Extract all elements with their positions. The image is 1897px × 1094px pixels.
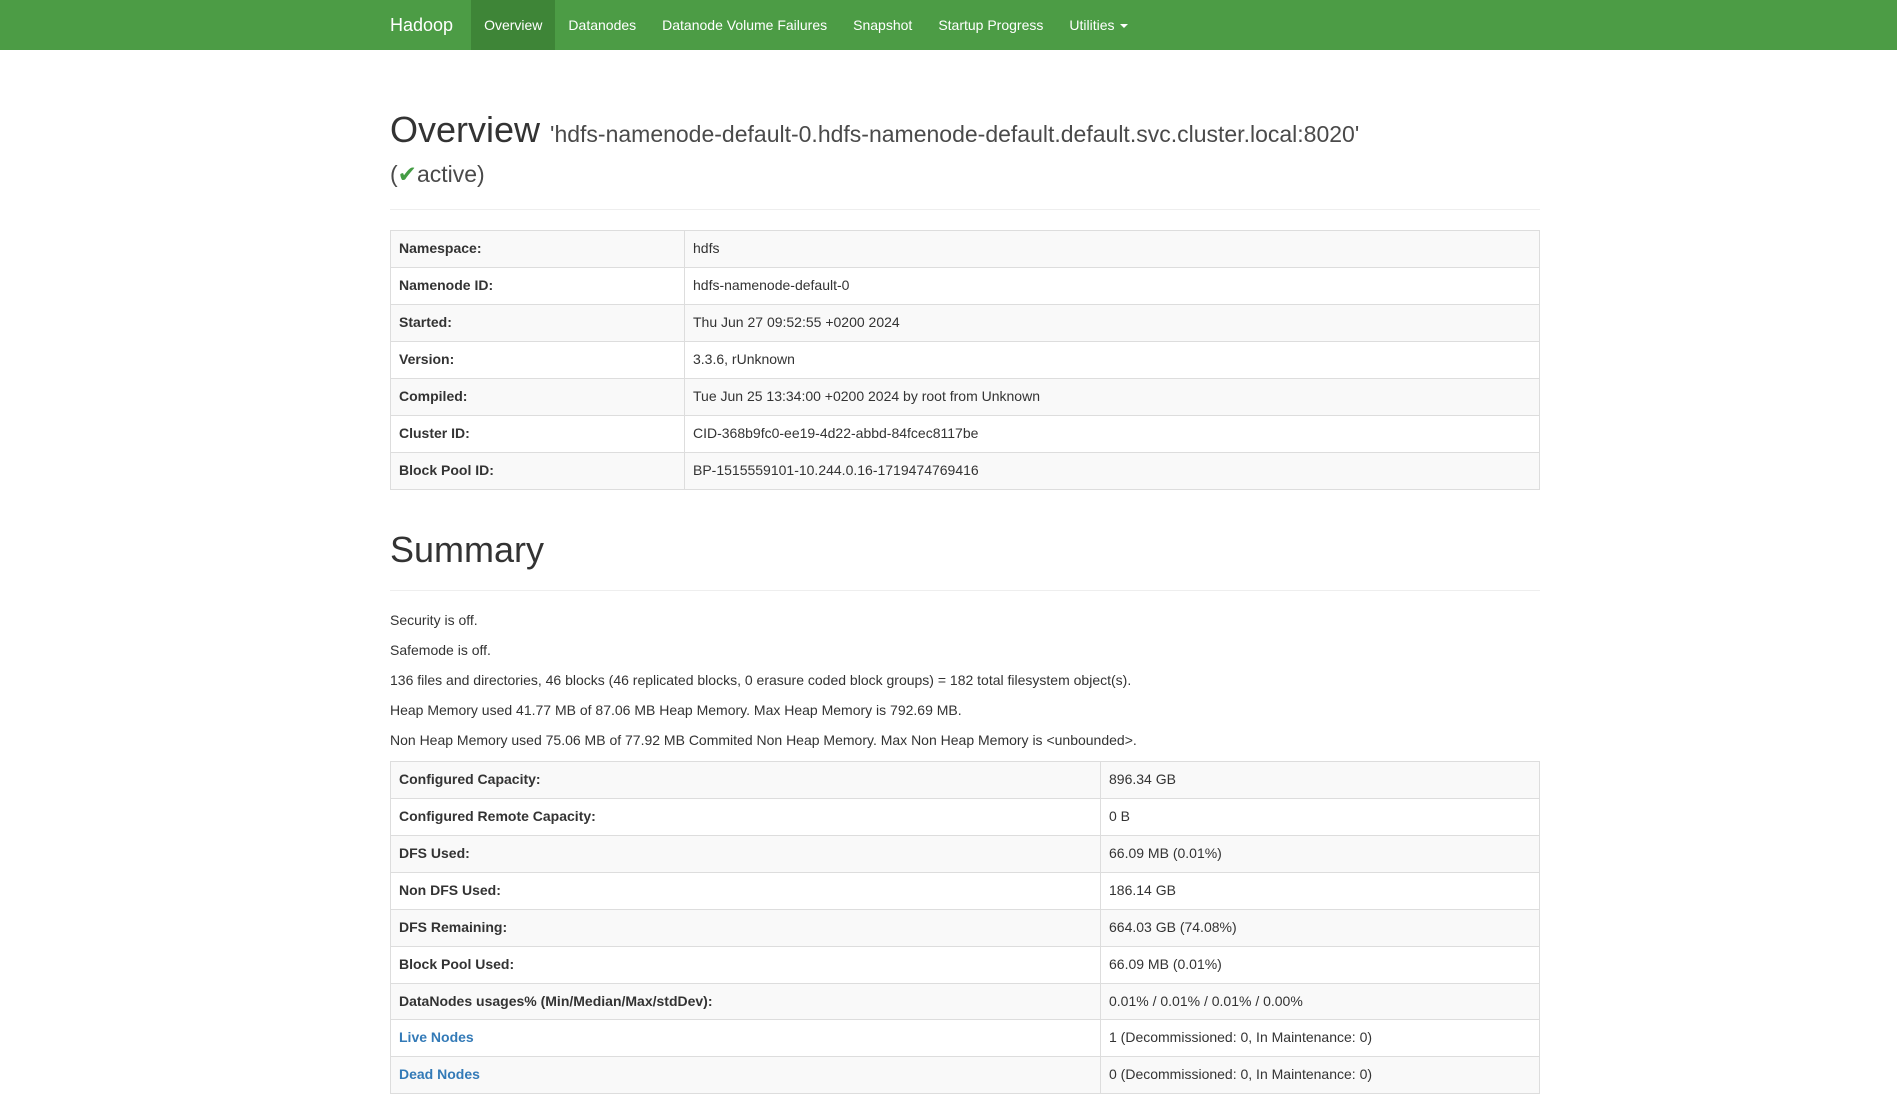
- divider: [390, 209, 1540, 210]
- table-row: Configured Capacity: 896.34 GB: [391, 761, 1540, 798]
- row-label: Compiled:: [391, 379, 685, 416]
- nav-item-label: Datanode Volume Failures: [662, 17, 827, 33]
- nav-item-label: Startup Progress: [938, 17, 1043, 33]
- nav-item-overview[interactable]: Overview: [471, 0, 555, 50]
- safemode-status-text: Safemode is off.: [390, 641, 1540, 661]
- row-label: Dead Nodes: [391, 1057, 1101, 1094]
- summary-table: Configured Capacity: 896.34 GB Configure…: [390, 761, 1540, 1094]
- nav-item-snapshot[interactable]: Snapshot: [840, 0, 925, 50]
- nav-item-datanodes[interactable]: Datanodes: [555, 0, 649, 50]
- overview-table: Namespace: hdfs Namenode ID: hdfs-nameno…: [390, 230, 1540, 490]
- row-value: Tue Jun 25 13:34:00 +0200 2024 by root f…: [685, 379, 1540, 416]
- table-row: Version: 3.3.6, rUnknown: [391, 342, 1540, 379]
- row-value: 664.03 GB (74.08%): [1101, 909, 1540, 946]
- active-check-icon: ✔: [398, 161, 417, 187]
- main-content: Overview 'hdfs-namenode-default-0.hdfs-n…: [390, 110, 1540, 1094]
- nav-item-datanode-volume-failures[interactable]: Datanode Volume Failures: [649, 0, 840, 50]
- table-row: Compiled: Tue Jun 25 13:34:00 +0200 2024…: [391, 379, 1540, 416]
- row-label: Configured Capacity:: [391, 761, 1101, 798]
- table-row: Namespace: hdfs: [391, 231, 1540, 268]
- heap-memory-text: Heap Memory used 41.77 MB of 87.06 MB He…: [390, 701, 1540, 721]
- nav-item-label: Datanodes: [568, 17, 636, 33]
- nav-item-label: Utilities: [1069, 17, 1114, 33]
- dead-nodes-link[interactable]: Dead Nodes: [399, 1066, 480, 1082]
- row-value: 0 B: [1101, 798, 1540, 835]
- table-row: Configured Remote Capacity: 0 B: [391, 798, 1540, 835]
- status-label: active): [417, 161, 485, 187]
- row-label: DFS Used:: [391, 835, 1101, 872]
- nav-item-startup-progress[interactable]: Startup Progress: [925, 0, 1056, 50]
- row-value: 66.09 MB (0.01%): [1101, 946, 1540, 983]
- row-value: BP-1515559101-10.244.0.16-1719474769416: [685, 453, 1540, 490]
- row-label: Cluster ID:: [391, 416, 685, 453]
- row-value: 0.01% / 0.01% / 0.01% / 0.00%: [1101, 983, 1540, 1020]
- row-label: Namespace:: [391, 231, 685, 268]
- row-label: Block Pool Used:: [391, 946, 1101, 983]
- summary-text: Security is off. Safemode is off. 136 fi…: [390, 611, 1540, 751]
- summary-title: Summary: [390, 530, 1540, 570]
- row-label: Started:: [391, 305, 685, 342]
- row-label: Version:: [391, 342, 685, 379]
- row-value: 186.14 GB: [1101, 872, 1540, 909]
- row-value: hdfs: [685, 231, 1540, 268]
- row-label: Non DFS Used:: [391, 872, 1101, 909]
- row-label: DataNodes usages% (Min/Median/Max/stdDev…: [391, 983, 1101, 1020]
- main-nav: Overview Datanodes Datanode Volume Failu…: [471, 0, 1140, 50]
- table-row: DFS Used: 66.09 MB (0.01%): [391, 835, 1540, 872]
- row-value: 1 (Decommissioned: 0, In Maintenance: 0): [1101, 1020, 1540, 1057]
- row-value: hdfs-namenode-default-0: [685, 268, 1540, 305]
- security-status-text: Security is off.: [390, 611, 1540, 631]
- table-row: Started: Thu Jun 27 09:52:55 +0200 2024: [391, 305, 1540, 342]
- nav-item-utilities[interactable]: Utilities: [1056, 0, 1140, 50]
- table-row: DFS Remaining: 664.03 GB (74.08%): [391, 909, 1540, 946]
- row-label: Configured Remote Capacity:: [391, 798, 1101, 835]
- chevron-down-icon: [1120, 24, 1128, 28]
- row-value: 3.3.6, rUnknown: [685, 342, 1540, 379]
- namenode-endpoint: 'hdfs-namenode-default-0.hdfs-namenode-d…: [550, 121, 1359, 147]
- nav-item-label: Overview: [484, 17, 542, 33]
- row-value: Thu Jun 27 09:52:55 +0200 2024: [685, 305, 1540, 342]
- table-row: DataNodes usages% (Min/Median/Max/stdDev…: [391, 983, 1540, 1020]
- nav-item-label: Snapshot: [853, 17, 912, 33]
- row-value: 0 (Decommissioned: 0, In Maintenance: 0): [1101, 1057, 1540, 1094]
- top-navbar: Hadoop Overview Datanodes Datanode Volum…: [0, 0, 1897, 50]
- table-row: Dead Nodes 0 (Decommissioned: 0, In Main…: [391, 1057, 1540, 1094]
- navbar-inner: Hadoop Overview Datanodes Datanode Volum…: [390, 0, 1897, 50]
- divider: [390, 590, 1540, 591]
- table-row: Live Nodes 1 (Decommissioned: 0, In Main…: [391, 1020, 1540, 1057]
- row-label: Block Pool ID:: [391, 453, 685, 490]
- row-value: CID-368b9fc0-ee19-4d22-abbd-84fcec8117be: [685, 416, 1540, 453]
- brand-hadoop[interactable]: Hadoop: [390, 0, 471, 50]
- table-row: Cluster ID: CID-368b9fc0-ee19-4d22-abbd-…: [391, 416, 1540, 453]
- page-title: Overview 'hdfs-namenode-default-0.hdfs-n…: [390, 110, 1540, 189]
- page-title-text: Overview: [390, 109, 540, 150]
- namenode-status: (✔active): [390, 161, 485, 187]
- table-row: Namenode ID: hdfs-namenode-default-0: [391, 268, 1540, 305]
- row-label: DFS Remaining:: [391, 909, 1101, 946]
- table-row: Block Pool Used: 66.09 MB (0.01%): [391, 946, 1540, 983]
- status-open-paren: (: [390, 161, 398, 187]
- live-nodes-link[interactable]: Live Nodes: [399, 1029, 474, 1045]
- row-value: 66.09 MB (0.01%): [1101, 835, 1540, 872]
- row-value: 896.34 GB: [1101, 761, 1540, 798]
- non-heap-memory-text: Non Heap Memory used 75.06 MB of 77.92 M…: [390, 731, 1540, 751]
- filesystem-objects-text: 136 files and directories, 46 blocks (46…: [390, 671, 1540, 691]
- row-label: Live Nodes: [391, 1020, 1101, 1057]
- table-row: Non DFS Used: 186.14 GB: [391, 872, 1540, 909]
- row-label: Namenode ID:: [391, 268, 685, 305]
- table-row: Block Pool ID: BP-1515559101-10.244.0.16…: [391, 453, 1540, 490]
